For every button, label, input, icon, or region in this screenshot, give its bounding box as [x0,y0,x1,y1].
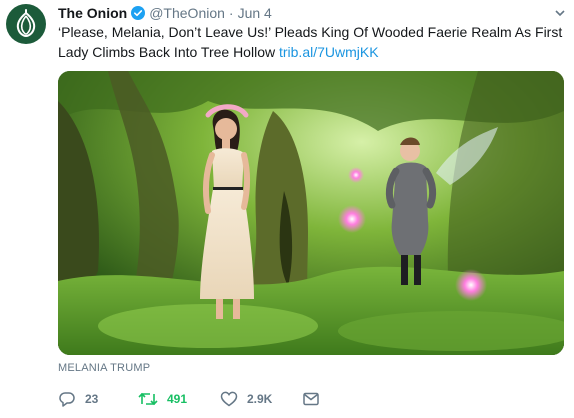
envelope-icon [302,390,320,408]
display-name[interactable]: The Onion [58,5,127,21]
user-handle[interactable]: @TheOnion [149,5,225,21]
avatar[interactable] [6,4,46,44]
pink-orb [348,167,364,183]
tweet-actions: 23 491 2.9K [58,388,320,410]
pink-orb [455,269,487,301]
tweet-media-image[interactable] [58,71,564,355]
like-button[interactable]: 2.9K [220,390,302,408]
retweet-count: 491 [167,392,188,406]
media-caption[interactable]: MELANIA TRUMP [58,362,150,374]
tweet-link[interactable]: trib.al/7UwmjKK [279,44,379,60]
direct-message-button[interactable] [302,390,320,408]
tweet-header: The Onion @TheOnion · Jun 4 [58,4,272,24]
separator-dot: · [228,5,234,21]
retweet-icon [138,390,158,408]
reply-icon [58,390,76,408]
reply-button[interactable]: 23 [58,390,138,408]
heart-icon [220,390,238,408]
onion-logo-icon [16,9,36,38]
tweet-text: ‘Please, Melania, Don’t Leave Us!’ Plead… [58,22,563,62]
reply-count: 23 [85,392,99,406]
pink-orb [338,205,366,233]
tweet-date[interactable]: Jun 4 [238,5,272,21]
like-count: 2.9K [247,392,273,406]
retweet-button[interactable]: 491 [138,390,220,408]
